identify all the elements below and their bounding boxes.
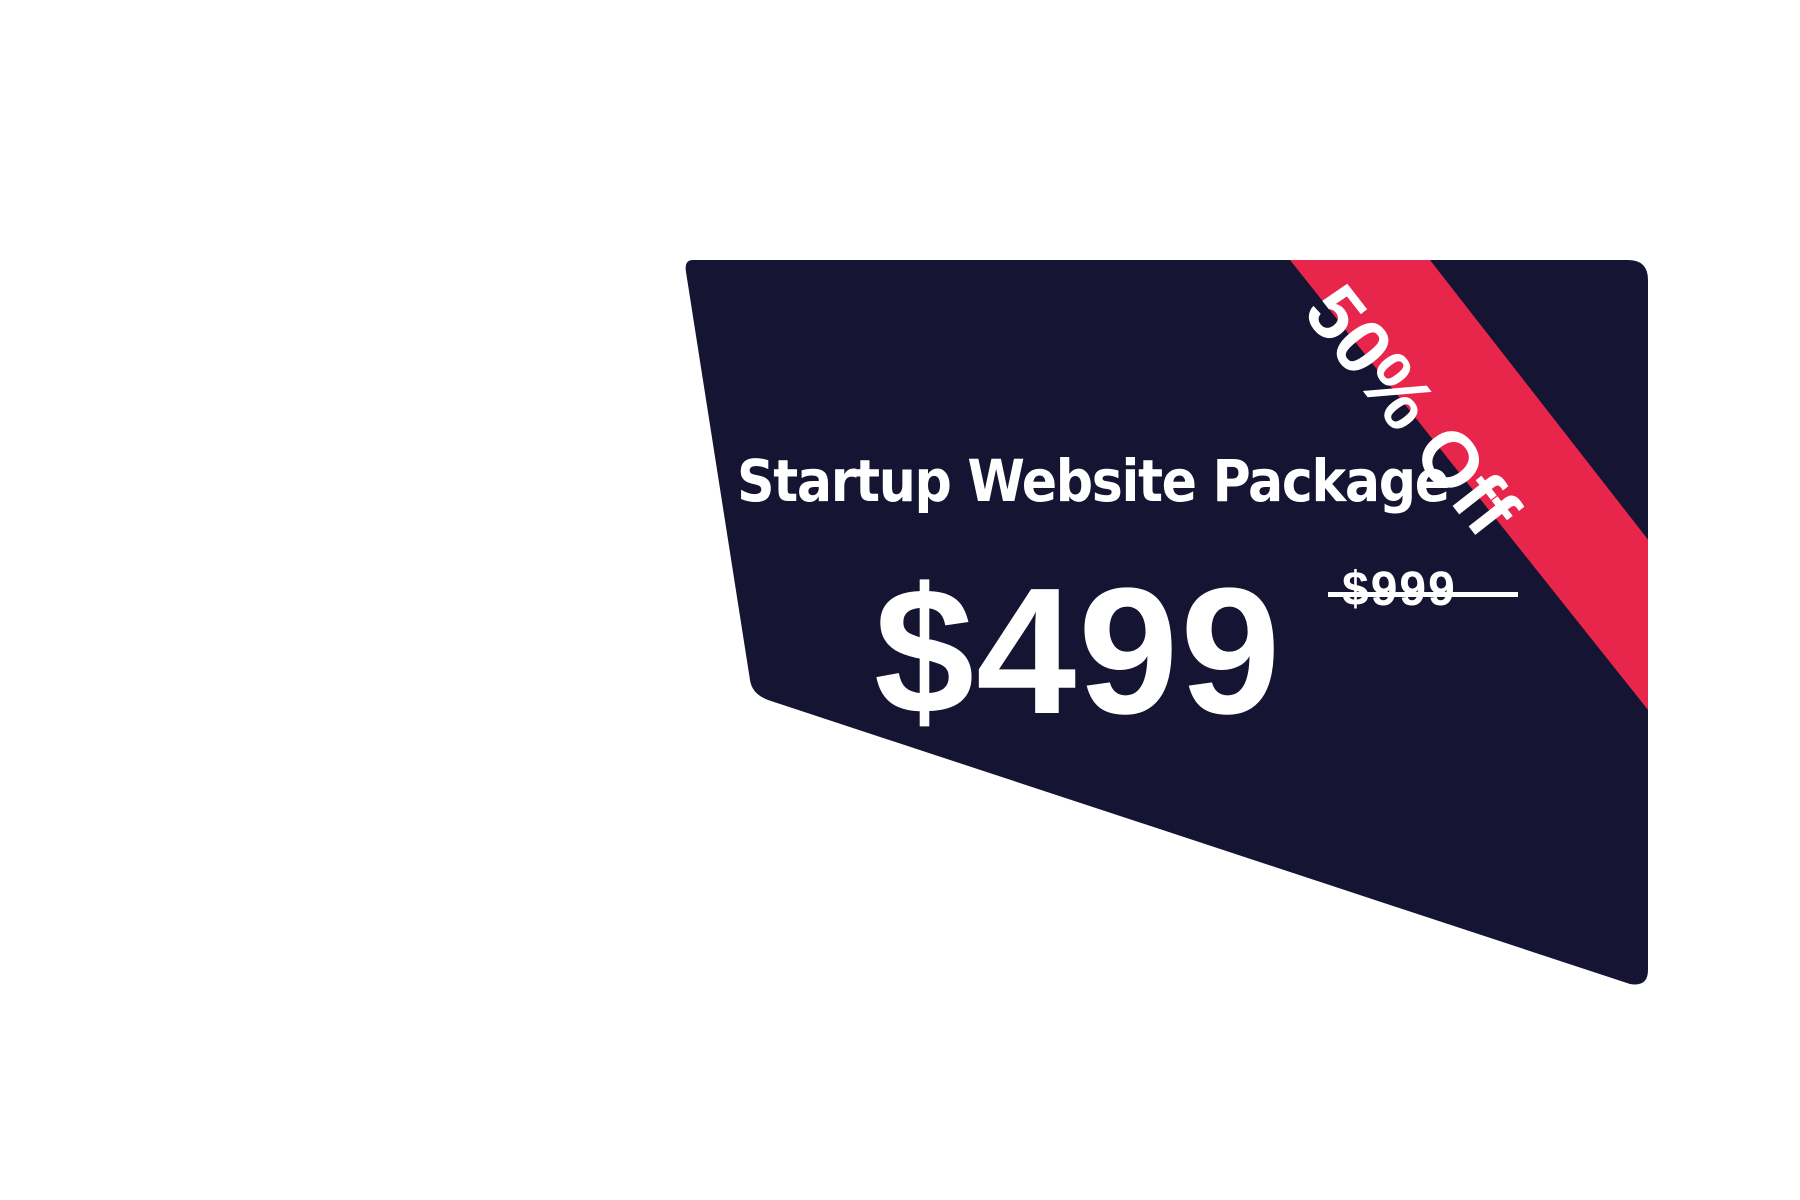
package-title: Startup Website Package <box>737 447 1450 515</box>
pricing-banner: Startup Website Package $499 $999 50% Of… <box>0 0 1800 1200</box>
original-price-strikethrough <box>1328 592 1518 597</box>
package-price: $499 <box>874 551 1283 752</box>
original-price: $999 <box>1342 563 1457 616</box>
